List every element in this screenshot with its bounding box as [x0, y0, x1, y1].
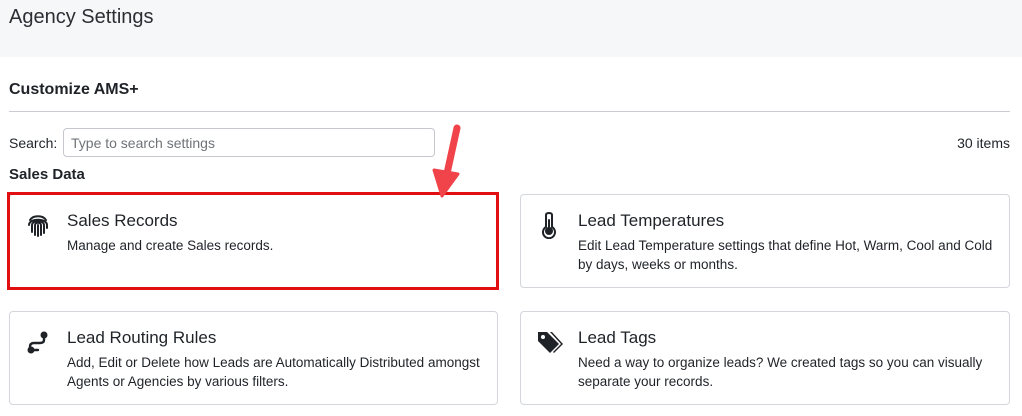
- card-title: Lead Temperatures: [578, 211, 725, 230]
- page-title: Agency Settings: [9, 6, 154, 28]
- card-title: Sales Records: [67, 211, 178, 230]
- section-divider: [9, 111, 1010, 112]
- card-title: Lead Routing Rules: [67, 328, 217, 347]
- thermometer-icon: [535, 211, 563, 240]
- search-label: Search:: [9, 135, 58, 151]
- items-count: 30 items: [957, 135, 1010, 151]
- route-icon: [24, 328, 52, 356]
- card-description: Edit Lead Temperature settings that defi…: [578, 238, 993, 272]
- card-lead-routing-rules[interactable]: Lead Routing Rules Add, Edit or Delete h…: [9, 311, 498, 405]
- card-lead-tags[interactable]: Lead Tags Need a way to organize leads? …: [520, 311, 1010, 405]
- search-input[interactable]: [63, 128, 435, 157]
- card-lead-temperatures[interactable]: Lead Temperatures Edit Lead Temperature …: [520, 194, 1010, 288]
- card-description: Manage and create Sales records.: [67, 238, 274, 253]
- fingerprint-icon: [24, 211, 52, 239]
- group-title-sales-data: Sales Data: [9, 166, 85, 183]
- tags-icon: [535, 328, 563, 356]
- card-description: Need a way to organize leads? We created…: [578, 355, 983, 389]
- card-description: Add, Edit or Delete how Leads are Automa…: [67, 355, 480, 389]
- card-sales-records[interactable]: Sales Records Manage and create Sales re…: [9, 194, 498, 289]
- card-title: Lead Tags: [578, 328, 657, 347]
- section-title: Customize AMS+: [9, 81, 139, 98]
